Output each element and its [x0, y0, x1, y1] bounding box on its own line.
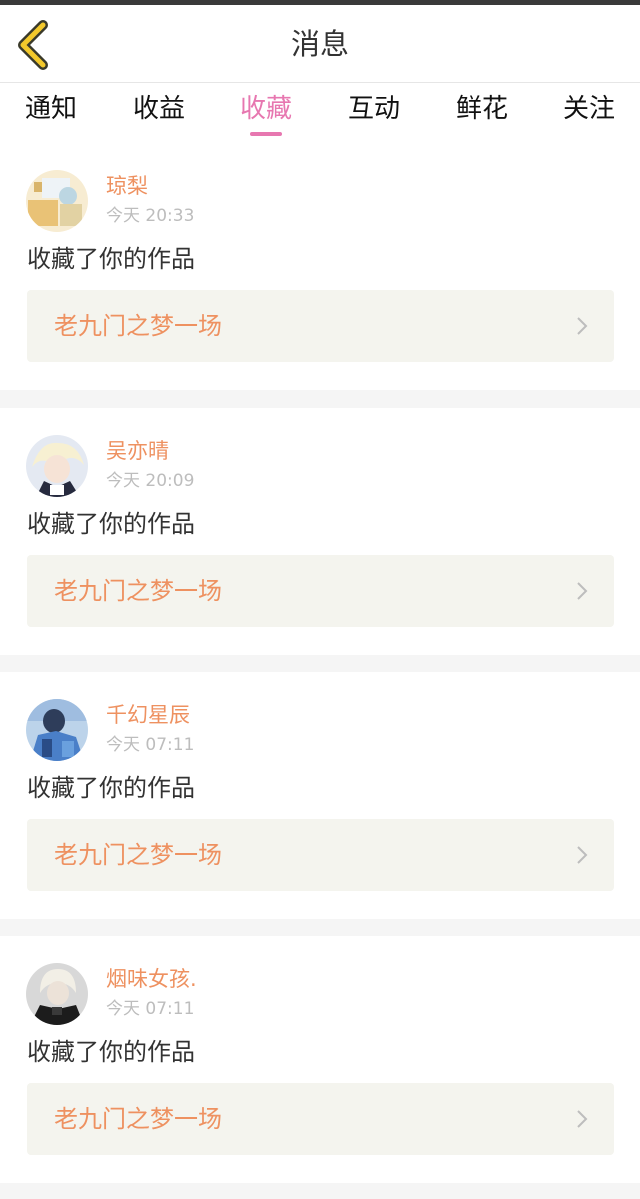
- action-text: 收藏了你的作品: [27, 774, 195, 802]
- message-card: 烟味女孩. 今天 07:11 收藏了你的作品 老九门之梦一场: [0, 936, 640, 1183]
- tab-earnings[interactable]: 收益: [109, 83, 209, 143]
- timestamp: 今天 20:33: [106, 206, 195, 226]
- action-text: 收藏了你的作品: [27, 245, 195, 273]
- action-text: 收藏了你的作品: [27, 510, 195, 538]
- page-title: 消息: [290, 27, 349, 61]
- work-title: 老九门之梦一场: [54, 312, 222, 340]
- tab-interactions[interactable]: 互动: [324, 83, 424, 143]
- work-link[interactable]: 老九门之梦一场: [27, 290, 614, 362]
- work-link[interactable]: 老九门之梦一场: [27, 1083, 614, 1155]
- timestamp: 今天 20:09: [106, 471, 195, 491]
- chevron-right-icon: [577, 582, 588, 600]
- username[interactable]: 烟味女孩.: [106, 966, 197, 992]
- avatar[interactable]: [26, 435, 88, 497]
- avatar[interactable]: [26, 170, 88, 232]
- tab-follows[interactable]: 关注: [539, 83, 639, 143]
- tab-label: 鲜花: [455, 94, 508, 124]
- work-title: 老九门之梦一场: [54, 841, 222, 869]
- tab-label: 关注: [562, 94, 615, 124]
- active-tab-indicator: [250, 132, 282, 136]
- username[interactable]: 千幻星辰: [106, 702, 190, 728]
- chevron-right-icon: [577, 846, 588, 864]
- tab-bar: 通知 收益 收藏 互动 鲜花 关注: [0, 83, 640, 143]
- chevron-right-icon: [577, 317, 588, 335]
- avatar[interactable]: [26, 699, 88, 761]
- avatar[interactable]: [26, 963, 88, 1025]
- message-card: 琼梨 今天 20:33 收藏了你的作品 老九门之梦一场: [0, 143, 640, 390]
- timestamp: 今天 07:11: [106, 735, 195, 755]
- tab-favorites[interactable]: 收藏: [216, 83, 316, 143]
- work-title: 老九门之梦一场: [54, 1105, 222, 1133]
- tab-label: 互动: [347, 94, 400, 124]
- tab-label: 通知: [24, 94, 77, 124]
- message-card: 吴亦晴 今天 20:09 收藏了你的作品 老九门之梦一场: [0, 408, 640, 655]
- message-card: 千幻星辰 今天 07:11 收藏了你的作品 老九门之梦一场: [0, 672, 640, 919]
- work-link[interactable]: 老九门之梦一场: [27, 555, 614, 627]
- action-text: 收藏了你的作品: [27, 1038, 195, 1066]
- timestamp: 今天 07:11: [106, 999, 195, 1019]
- username[interactable]: 琼梨: [106, 173, 148, 199]
- work-title: 老九门之梦一场: [54, 577, 222, 605]
- tab-notifications[interactable]: 通知: [1, 83, 101, 143]
- header-bar: 消息: [0, 5, 640, 83]
- tab-flowers[interactable]: 鲜花: [432, 83, 532, 143]
- username[interactable]: 吴亦晴: [106, 438, 169, 464]
- work-link[interactable]: 老九门之梦一场: [27, 819, 614, 891]
- tab-label: 收益: [132, 94, 185, 124]
- chevron-right-icon: [577, 1110, 588, 1128]
- tab-label: 收藏: [239, 94, 292, 124]
